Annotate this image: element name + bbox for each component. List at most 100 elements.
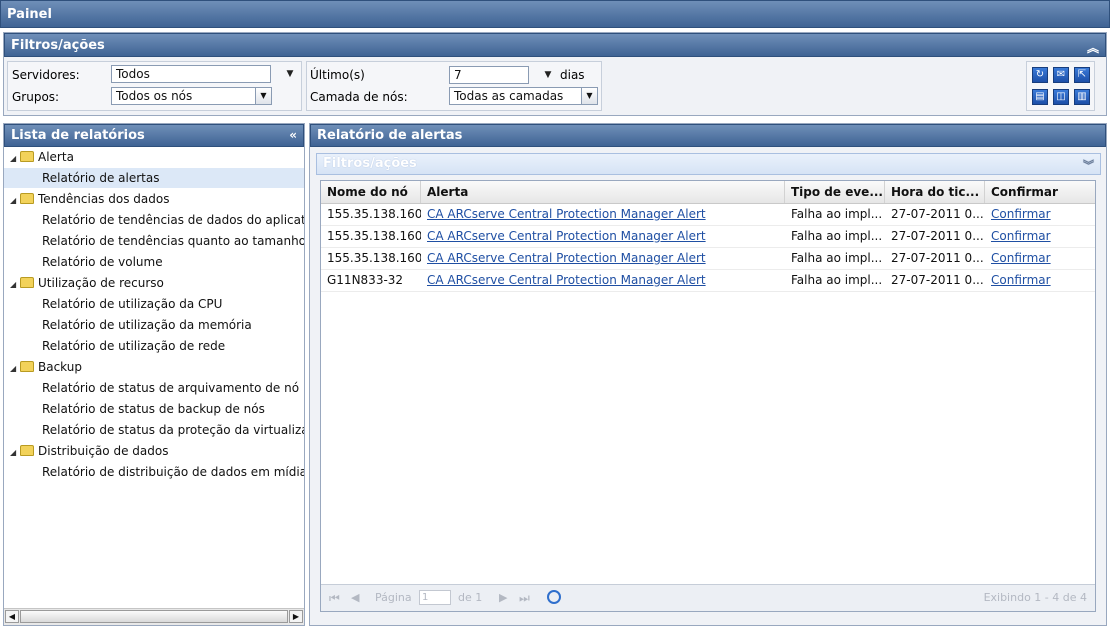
two-column-layout-icon[interactable]: ◫ [1053,89,1069,105]
report-filters-title: Filtros/ações [323,156,417,171]
refresh-icon[interactable] [547,590,561,604]
prev-page-icon[interactable]: ◀ [351,591,359,604]
cell-time: 27-07-2011 0... [891,251,984,265]
alerts-grid: Nome do nó Alerta Tipo de eve... Hora do… [320,180,1096,612]
grid-header: Nome do nó Alerta Tipo de eve... Hora do… [321,181,1095,204]
tree-group-resource-usage[interactable]: ◢ Utilização de recurso [10,273,164,293]
cell-event-type: Falha ao impl... [791,207,883,221]
alert-link[interactable]: CA ARCserve Central Protection Manager A… [427,229,706,243]
filters-panel: Filtros/ações ︽ Servidores: Todos ▼ Grup… [3,32,1107,116]
cell-node-name: 155.35.138.160 [327,229,421,243]
tree-item-volume-report[interactable]: Relatório de volume [4,252,304,272]
folder-icon [20,277,34,288]
last-page-icon[interactable]: ⏭ [519,591,530,606]
page-count: de 1 [458,591,483,604]
alert-report-header: Relatório de alertas [310,124,1106,147]
expand-icon[interactable]: ◢ [10,443,20,463]
single-column-layout-icon[interactable]: ▤ [1032,89,1048,105]
first-page-icon[interactable]: ⏮ [329,591,340,606]
collapse-left-icon[interactable]: « [289,128,297,142]
page-label: Página [375,591,412,604]
tree-item-cpu-report[interactable]: Relatório de utilização da CPU [4,294,304,314]
next-page-icon[interactable]: ▶ [499,591,507,604]
cell-event-type: Falha ao impl... [791,273,883,287]
filters-title: Filtros/ações [11,38,105,53]
tree-item-memory-report[interactable]: Relatório de utilização da memória [4,315,304,335]
column-header-confirm[interactable]: Confirmar [985,181,1097,203]
tree-item-virtualization-status[interactable]: Relatório de status da proteção da virtu… [4,420,304,440]
refresh-icon[interactable]: ↻ [1032,67,1048,83]
dashboard-title: Painel [7,7,52,22]
confirm-link[interactable]: Confirmar [991,229,1051,243]
scroll-left-icon[interactable]: ◀ [5,610,19,623]
table-row: 155.35.138.160 CA ARCserve Central Prote… [321,225,1095,248]
tree-item-backup-status[interactable]: Relatório de status de backup de nós [4,399,304,419]
servers-select[interactable]: Todos [111,65,271,83]
days-label: dias [560,68,585,82]
expand-icon[interactable]: ◢ [10,359,20,379]
table-row: 155.35.138.160 CA ARCserve Central Prote… [321,247,1095,270]
chevron-down-icon[interactable]: ▼ [282,69,298,79]
expand-icon[interactable]: ◢ [10,149,20,169]
tree-group-alerta[interactable]: ◢ Alerta [10,147,74,167]
tree-item-media-distribution[interactable]: Relatório de distribuição de dados em mí… [4,462,304,482]
tree-item-archive-status[interactable]: Relatório de status de arquivamento de n… [4,378,304,398]
column-header-node-name[interactable]: Nome do nó [321,181,421,203]
scroll-thumb[interactable] [20,610,288,623]
tree-group-data-distribution[interactable]: ◢ Distribuição de dados [10,441,168,461]
confirm-link[interactable]: Confirmar [991,251,1051,265]
column-header-alert[interactable]: Alerta [421,181,785,203]
horizontal-scrollbar[interactable]: ◀ ▶ [4,608,304,625]
tier-select[interactable]: Todas as camadas [449,87,582,105]
table-row: 155.35.138.160 CA ARCserve Central Prote… [321,203,1095,226]
table-row: G11N833-32 CA ARCserve Central Protectio… [321,269,1095,292]
cell-event-type: Falha ao impl... [791,229,883,243]
expand-down-icon[interactable]: ︾ [1083,157,1094,173]
cell-node-name: G11N833-32 [327,273,404,287]
alert-link[interactable]: CA ARCserve Central Protection Manager A… [427,273,706,287]
report-tree: ◢ Alerta Relatório de alertas ◢ Tendências… [4,147,304,609]
paging-status: Exibindo 1 - 4 de 4 [983,591,1087,604]
cell-node-name: 155.35.138.160 [327,207,421,221]
column-header-time[interactable]: Hora do tic... [885,181,985,203]
tree-item-alert-report[interactable]: Relatório de alertas [4,168,304,188]
tree-item-size-trend[interactable]: Relatório de tendências quanto ao tamanh… [4,231,304,251]
tree-item-app-data-trend[interactable]: Relatório de tendências de dados do apli… [4,210,304,230]
export-icon[interactable]: ⇱ [1074,67,1090,83]
groups-label: Grupos: [12,90,60,104]
alert-report-panel: Relatório de alertas Filtros/ações ︾ Nom… [309,123,1107,626]
filters-header: Filtros/ações ︽ [4,33,1106,57]
report-list-panel: Lista de relatórios « ◢ Alerta Relatório … [3,123,305,626]
groups-dropdown-button[interactable]: ▼ [255,87,272,105]
chevron-down-icon[interactable]: ▼ [540,70,556,80]
folder-icon [20,193,34,204]
folder-icon [20,361,34,372]
cell-time: 27-07-2011 0... [891,273,984,287]
confirm-link[interactable]: Confirmar [991,207,1051,221]
column-header-event-type[interactable]: Tipo de eve... [785,181,885,203]
tier-dropdown-button[interactable]: ▼ [581,87,598,105]
cell-node-name: 155.35.138.160 [327,251,421,265]
tree-item-network-report[interactable]: Relatório de utilização de rede [4,336,304,356]
confirm-link[interactable]: Confirmar [991,273,1051,287]
email-icon[interactable]: ✉ [1053,67,1069,83]
alert-link[interactable]: CA ARCserve Central Protection Manager A… [427,207,706,221]
last-label: Último(s) [310,68,365,82]
groups-select[interactable]: Todos os nós [111,87,256,105]
report-list-header: Lista de relatórios « [4,124,304,147]
cell-time: 27-07-2011 0... [891,207,984,221]
page-number-input[interactable]: 1 [419,590,451,605]
collapse-up-icon[interactable]: ︽ [1087,39,1099,56]
tree-group-backup[interactable]: ◢ Backup [10,357,82,377]
alert-report-title: Relatório de alertas [317,128,463,143]
report-filters-bar[interactable]: Filtros/ações ︾ [316,153,1101,175]
scroll-right-icon[interactable]: ▶ [289,610,303,623]
top-title-bar: Painel [0,0,1110,28]
last-days-input[interactable]: 7 [449,66,529,84]
three-column-layout-icon[interactable]: ▥ [1074,89,1090,105]
tree-group-data-trends[interactable]: ◢ Tendências dos dados [10,189,169,209]
tier-label: Camada de nós: [310,90,408,104]
expand-icon[interactable]: ◢ [10,275,20,295]
expand-icon[interactable]: ◢ [10,191,20,211]
alert-link[interactable]: CA ARCserve Central Protection Manager A… [427,251,706,265]
